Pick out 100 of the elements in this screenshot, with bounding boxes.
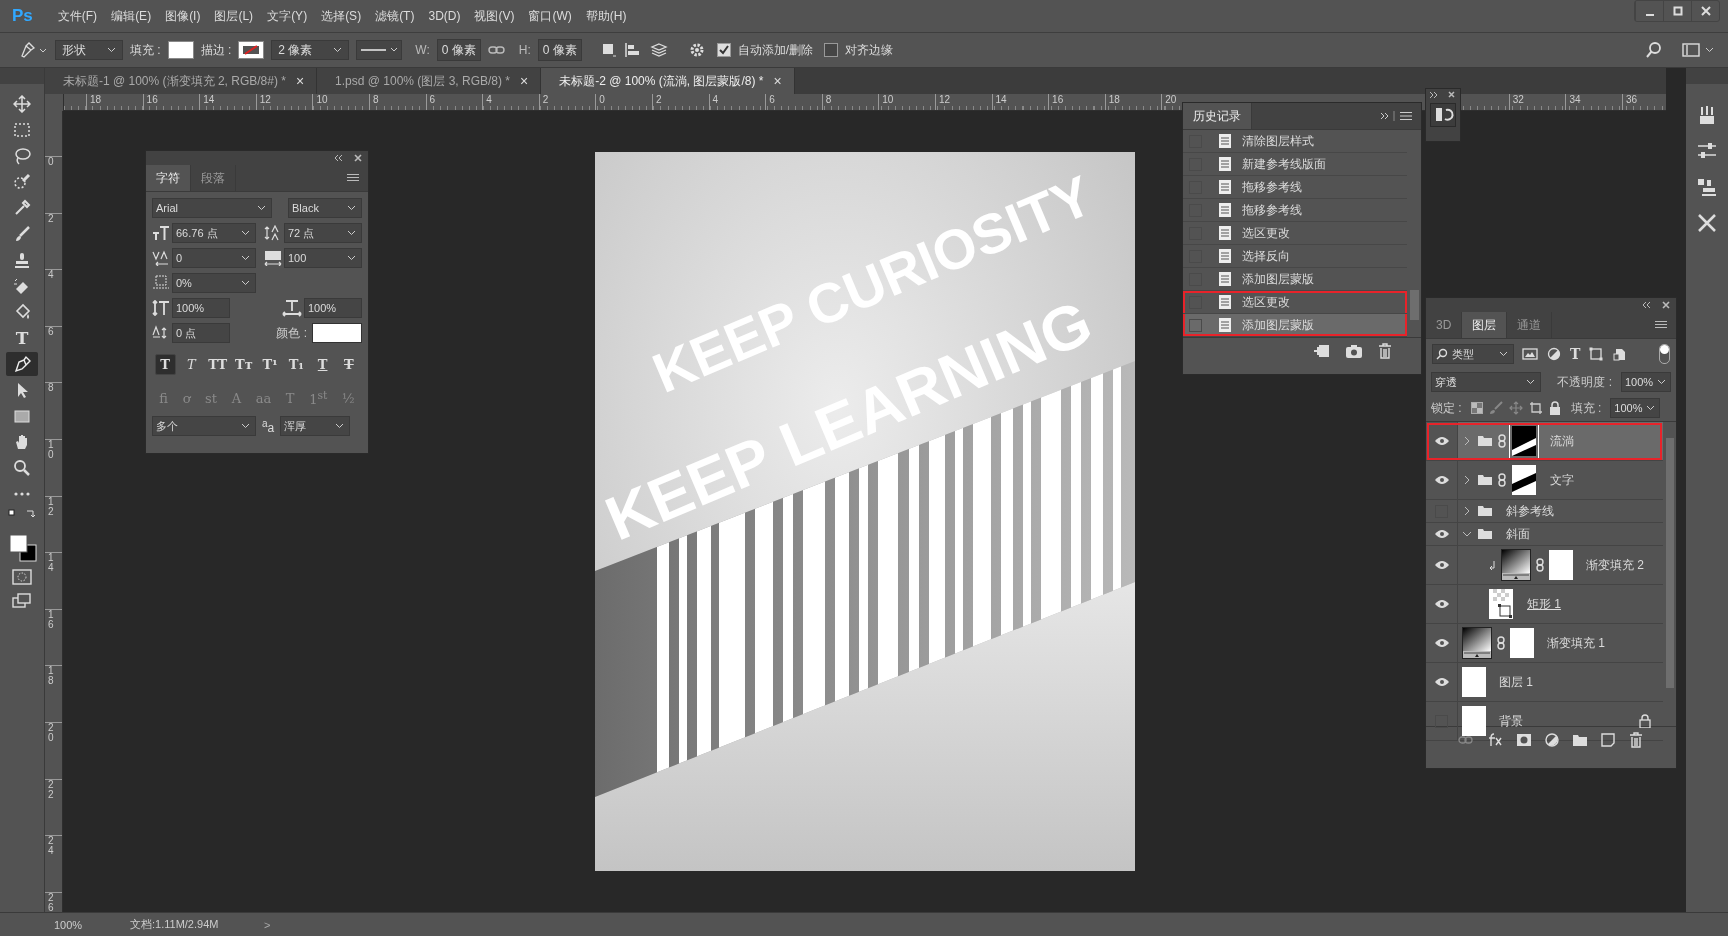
fx-icon[interactable] bbox=[1486, 732, 1504, 748]
stroke-swatch[interactable] bbox=[238, 41, 265, 59]
layer-name[interactable]: 文字 bbox=[1550, 471, 1574, 489]
layer-filter-dropdown[interactable]: 类型 bbox=[1432, 344, 1514, 364]
menu-item[interactable]: 帮助(H) bbox=[578, 7, 634, 25]
panel-tab[interactable]: 历史记录 bbox=[1183, 103, 1252, 129]
history-item[interactable]: 添加图层蒙版 bbox=[1183, 268, 1407, 291]
menu-item[interactable]: 文件(F) bbox=[50, 7, 105, 25]
menu-item[interactable]: 选择(S) bbox=[314, 7, 369, 25]
trash-icon[interactable] bbox=[1377, 343, 1393, 359]
tab-close-button[interactable]: × bbox=[520, 73, 529, 89]
text-style-button[interactable]: T bbox=[338, 353, 360, 375]
vertical-scale-field[interactable]: 100% bbox=[172, 298, 230, 318]
shape-icon[interactable] bbox=[1588, 347, 1605, 361]
camera-icon[interactable] bbox=[1345, 343, 1363, 359]
path-alignment-icon[interactable] bbox=[623, 42, 642, 58]
text-color-swatch[interactable] bbox=[312, 323, 362, 343]
tab-close-button[interactable]: × bbox=[773, 73, 782, 89]
new-layer-icon[interactable] bbox=[1600, 732, 1616, 748]
menu-item[interactable]: 图层(L) bbox=[207, 7, 261, 25]
history-item[interactable]: 选择反向 bbox=[1183, 245, 1407, 268]
history-item[interactable]: 拖移参考线 bbox=[1183, 199, 1407, 222]
history-item[interactable]: 清除图层样式 bbox=[1183, 130, 1407, 153]
text-style-button[interactable]: T bbox=[312, 353, 334, 375]
tsume-dropdown[interactable]: 0% bbox=[172, 273, 256, 293]
app-logo[interactable]: Ps bbox=[12, 6, 33, 26]
path-operations-icon[interactable] bbox=[600, 42, 617, 58]
document-tab[interactable]: 未标题-2 @ 100% (流淌, 图层蒙版/8) * × bbox=[541, 68, 795, 94]
collapse-close-icon[interactable] bbox=[1642, 300, 1672, 310]
opacity-dropdown[interactable]: 100% bbox=[1621, 372, 1671, 392]
history-icon[interactable] bbox=[1430, 103, 1456, 127]
pen-icon[interactable] bbox=[18, 41, 48, 59]
menu-icon[interactable] bbox=[346, 173, 360, 183]
menu-item[interactable]: 3D(D) bbox=[421, 9, 468, 23]
half-circle-icon[interactable] bbox=[1544, 732, 1560, 748]
menu-item[interactable]: 编辑(E) bbox=[104, 7, 159, 25]
layer-row[interactable]: 渐变填充 2 bbox=[1426, 546, 1663, 585]
history-item[interactable]: 选区更改 bbox=[1183, 222, 1407, 245]
chevron-right-icon[interactable] bbox=[1462, 474, 1472, 486]
crop-frame-icon[interactable] bbox=[1528, 401, 1543, 415]
layer-row[interactable]: 斜面 bbox=[1426, 523, 1663, 546]
fill-swatch[interactable] bbox=[167, 41, 194, 59]
workspace-icon[interactable] bbox=[1682, 42, 1716, 58]
link-icon[interactable] bbox=[487, 44, 506, 56]
new-document-icon[interactable] bbox=[1313, 343, 1331, 359]
panel-options-icon[interactable] bbox=[1379, 110, 1413, 122]
half-circle-icon[interactable] bbox=[1546, 347, 1562, 361]
chevron-right-icon[interactable] bbox=[1462, 505, 1472, 517]
text-style-button[interactable]: T bbox=[180, 353, 202, 375]
panel-tab[interactable]: 字符 bbox=[146, 165, 191, 191]
align-edges-checkbox[interactable] bbox=[824, 43, 839, 57]
layer-name[interactable]: 渐变填充 2 bbox=[1586, 556, 1644, 574]
document-tab[interactable]: 1.psd @ 100% (图层 3, RGB/8) * × bbox=[317, 68, 542, 94]
anti-alias-dropdown[interactable]: 浑厚 bbox=[280, 416, 351, 436]
history-item[interactable]: 添加图层蒙版 bbox=[1183, 314, 1407, 337]
pen-tool-button[interactable] bbox=[6, 352, 38, 376]
document-tab[interactable]: 未标题-1 @ 100% (渐变填充 2, RGB/8#) * × bbox=[45, 68, 318, 94]
search-icon[interactable] bbox=[1645, 41, 1663, 59]
tools-crossed-icon[interactable] bbox=[1696, 212, 1718, 234]
layer-name[interactable]: 斜参考线 bbox=[1506, 502, 1554, 520]
trash-icon[interactable] bbox=[1628, 732, 1644, 748]
filter-toggle[interactable] bbox=[1659, 344, 1670, 364]
lock-transparency-icon[interactable] bbox=[1470, 402, 1483, 414]
screen-mode-icon[interactable] bbox=[12, 592, 32, 610]
text-style-button[interactable]: TT bbox=[207, 353, 229, 375]
link-icon[interactable] bbox=[1458, 735, 1474, 745]
history-item[interactable]: 新建参考线版面 bbox=[1183, 153, 1407, 176]
panel-tab[interactable]: 通道 bbox=[1507, 312, 1553, 338]
layer-row[interactable]: 图层 1 bbox=[1426, 663, 1663, 702]
blend-mode-dropdown[interactable]: 穿透 bbox=[1431, 372, 1541, 392]
panel-tab[interactable]: 图层 bbox=[1462, 312, 1508, 338]
horizontal-scale-field[interactable]: 100% bbox=[304, 298, 362, 318]
collapse-close-icon[interactable] bbox=[334, 153, 364, 163]
panel-tab[interactable]: 段落 bbox=[191, 165, 236, 191]
collapse-close-icon[interactable] bbox=[1428, 91, 1458, 99]
type-filter-button[interactable]: T bbox=[1570, 346, 1581, 362]
font-style-dropdown[interactable]: Black bbox=[288, 198, 362, 218]
history-item[interactable]: 拖移参考线 bbox=[1183, 176, 1407, 199]
quick-mask-icon[interactable] bbox=[12, 568, 32, 586]
menu-item[interactable]: 视图(V) bbox=[467, 7, 522, 25]
baseline-shift-field[interactable]: 0 点 bbox=[172, 323, 230, 343]
menu-item[interactable]: 滤镜(T) bbox=[368, 7, 422, 25]
layer-row[interactable]: 矩形 1 bbox=[1426, 585, 1663, 624]
layer-name[interactable]: 矩形 1 bbox=[1527, 595, 1561, 613]
mask-icon[interactable] bbox=[1516, 733, 1532, 747]
fill-dropdown[interactable]: 100% bbox=[1610, 398, 1661, 418]
text-style-button[interactable]: Tᴛ bbox=[233, 353, 255, 375]
menu-item[interactable]: 文字(Y) bbox=[260, 7, 315, 25]
auto-add-delete-checkbox[interactable] bbox=[716, 43, 731, 57]
layer-name[interactable]: 图层 1 bbox=[1499, 673, 1533, 691]
height-field[interactable]: 0 像素 bbox=[537, 39, 582, 61]
layer-row[interactable]: 渐变填充 1 bbox=[1426, 624, 1663, 663]
layer-name[interactable]: 斜面 bbox=[1506, 525, 1530, 543]
image-icon[interactable] bbox=[1522, 347, 1538, 361]
layer-name[interactable]: 背景 bbox=[1499, 712, 1523, 730]
zoom-level[interactable]: 100% bbox=[54, 918, 130, 931]
font-size-dropdown[interactable]: 66.76 点 bbox=[172, 223, 256, 243]
menu-item[interactable]: 图像(I) bbox=[158, 7, 208, 25]
width-field[interactable]: 0 像素 bbox=[436, 39, 481, 61]
tracking-dropdown[interactable]: 100 bbox=[284, 248, 362, 268]
